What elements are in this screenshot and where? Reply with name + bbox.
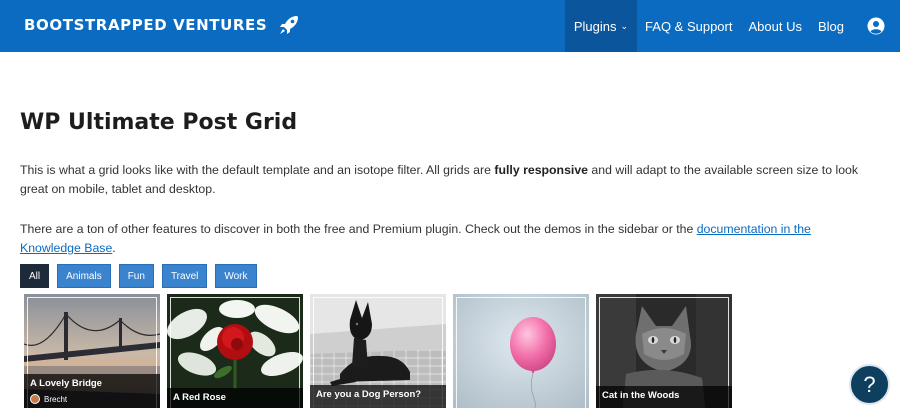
features-paragraph: There are a ton of other features to dis…: [20, 220, 870, 258]
nav-label-faq: FAQ & Support: [645, 18, 733, 34]
intro-paragraph: This is what a grid looks like with the …: [20, 161, 870, 199]
user-circle-icon: [867, 17, 885, 35]
grid-item-cat[interactable]: Cat in the Woods: [596, 294, 732, 408]
rocket-icon: [280, 16, 299, 34]
brand-logo[interactable]: BOOTSTRAPPED VENTURES: [24, 13, 301, 37]
chevron-down-icon: ⌄: [620, 20, 629, 31]
grid-item-balloon[interactable]: [453, 294, 589, 408]
intro-text-bold: fully responsive: [494, 163, 589, 177]
help-icon: ?: [863, 371, 876, 397]
top-navigation-bar: BOOTSTRAPPED VENTURES Plugins ⌄ FAQ & Su…: [0, 0, 900, 52]
filter-work-button[interactable]: Work: [215, 264, 257, 288]
features-text-end: .: [112, 241, 116, 255]
author-name: Brecht: [44, 394, 68, 404]
brand-name[interactable]: BOOTSTRAPPED VENTURES: [24, 16, 267, 34]
nav-label-blog: Blog: [817, 18, 844, 34]
nav-item-about-us[interactable]: About Us: [740, 0, 809, 52]
nav-item-plugins[interactable]: Plugins ⌄: [564, 0, 638, 52]
grid-item-dog[interactable]: Are you a Dog Person?: [310, 294, 446, 408]
nav-item-blog[interactable]: Blog: [810, 0, 852, 52]
avatar: [30, 394, 40, 404]
main-nav: Plugins ⌄ FAQ & Support About Us Blog: [564, 0, 900, 52]
post-grid: A Lovely Bridge Brecht A Red Rose Are yo…: [24, 294, 744, 408]
card-caption: Are you a Dog Person?: [310, 385, 446, 408]
card-title: A Red Rose: [173, 392, 226, 403]
filter-animals-button[interactable]: Animals: [57, 264, 111, 288]
grid-item-rose[interactable]: A Red Rose: [167, 294, 303, 408]
user-account-button[interactable]: [852, 0, 900, 52]
nav-label-about: About Us: [748, 18, 802, 34]
filter-travel-button[interactable]: Travel: [161, 264, 208, 288]
grid-item-bridge[interactable]: A Lovely Bridge Brecht: [24, 294, 160, 408]
nav-label-plugins: Plugins: [573, 18, 617, 34]
card-caption: Cat in the Woods: [596, 386, 732, 408]
features-text-start: There are a ton of other features to dis…: [20, 222, 697, 236]
card-title: Cat in the Woods: [602, 390, 680, 401]
filter-fun-button[interactable]: Fun: [118, 264, 154, 288]
card-title: Are you a Dog Person?: [316, 389, 422, 400]
intro-text-start: This is what a grid looks like with the …: [20, 163, 495, 177]
isotope-filter: All Animals Fun Travel Work: [20, 264, 257, 288]
nav-item-faq-support[interactable]: FAQ & Support: [637, 0, 740, 52]
help-button[interactable]: ?: [849, 364, 890, 405]
balloon-photo: [453, 294, 589, 408]
page-title: WP Ultimate Post Grid: [20, 110, 298, 135]
filter-all-button[interactable]: All: [20, 264, 50, 288]
card-title: A Lovely Bridge: [30, 378, 102, 389]
card-author: Brecht: [30, 394, 67, 404]
card-caption: A Red Rose: [167, 388, 303, 408]
